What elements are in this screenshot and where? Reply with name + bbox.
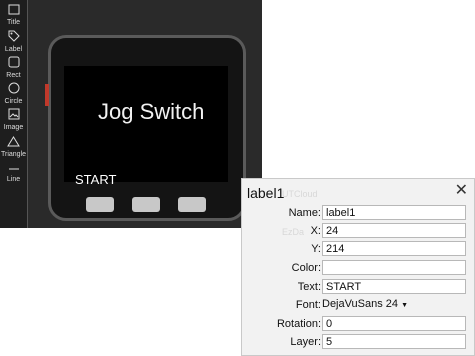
- field-label-color: Color:: [291, 262, 321, 274]
- font-select-value: DejaVuSans 24: [322, 298, 399, 310]
- side-button-accent: [45, 84, 49, 106]
- field-row-color: Color:: [242, 260, 474, 278]
- y-field[interactable]: [322, 241, 466, 256]
- field-label-x: X:: [310, 225, 321, 237]
- tool-label: Line: [6, 176, 21, 183]
- hardware-button-b[interactable]: [132, 197, 160, 212]
- ui-editor: Title Label Rect Circle Image Triangle L…: [0, 0, 262, 228]
- circle-icon: [0, 82, 27, 97]
- tool-label: Triangle: [0, 151, 27, 158]
- tool-title[interactable]: Title: [0, 4, 27, 27]
- field-row-y: Y:: [242, 241, 474, 259]
- chevron-down-icon: ▼: [401, 302, 409, 309]
- tool-label: Rect: [6, 72, 21, 79]
- device-screen[interactable]: Jog Switch START: [64, 66, 228, 187]
- tool-circle[interactable]: Circle: [0, 82, 27, 106]
- field-row-x: X:: [242, 223, 474, 241]
- tool-triangle[interactable]: Triangle: [0, 136, 27, 159]
- tag-icon: [0, 30, 27, 45]
- field-row-rotation: Rotation:: [242, 316, 474, 334]
- tool-label: Label: [4, 46, 23, 53]
- tool-label: Image: [3, 124, 24, 131]
- start-label[interactable]: START: [75, 172, 116, 187]
- hardware-button-a[interactable]: [86, 197, 114, 212]
- field-label-layer: Layer:: [290, 336, 321, 348]
- tool-line[interactable]: Line: [0, 166, 27, 184]
- triangle-icon: [0, 136, 27, 150]
- screen-title-label[interactable]: Jog Switch: [98, 99, 204, 125]
- rect-icon: [0, 56, 27, 71]
- field-row-text: Text:: [242, 279, 474, 297]
- name-field[interactable]: [322, 205, 466, 220]
- tool-label: Circle: [4, 98, 23, 105]
- tool-label-widget[interactable]: Label: [0, 30, 27, 54]
- tool-label: Title: [7, 19, 20, 26]
- field-label-font: Font:: [295, 299, 321, 311]
- field-row-layer: Layer:: [242, 334, 474, 352]
- field-row-name: Name:: [242, 205, 474, 223]
- device-preview: Jog Switch START: [45, 35, 246, 221]
- properties-panel: UTCloud EzDa label1 ✕ Name: X: Y: Color:…: [241, 178, 475, 356]
- rotation-field[interactable]: [322, 316, 466, 331]
- field-row-font: Font: DejaVuSans 24 ▼: [242, 297, 474, 315]
- title-icon: [0, 4, 27, 18]
- x-field[interactable]: [322, 223, 466, 238]
- tool-image[interactable]: Image: [0, 108, 27, 132]
- toolbox: Title Label Rect Circle Image Triangle L…: [0, 0, 28, 228]
- canvas-stage[interactable]: Jog Switch START: [28, 0, 262, 228]
- close-icon[interactable]: ✕: [455, 182, 468, 200]
- field-label-text: Text:: [297, 281, 321, 293]
- panel-title: label1: [247, 185, 285, 201]
- hardware-button-c[interactable]: [178, 197, 206, 212]
- field-label-rotation: Rotation:: [276, 318, 321, 330]
- color-field[interactable]: [322, 260, 466, 275]
- field-label-y: Y:: [311, 243, 321, 255]
- image-icon: [0, 108, 27, 123]
- line-icon: [0, 166, 27, 175]
- font-select[interactable]: DejaVuSans 24 ▼: [322, 298, 408, 310]
- layer-field[interactable]: [322, 334, 466, 349]
- field-label-name: Name:: [288, 207, 321, 219]
- text-field[interactable]: [322, 279, 466, 294]
- tool-rect[interactable]: Rect: [0, 56, 27, 80]
